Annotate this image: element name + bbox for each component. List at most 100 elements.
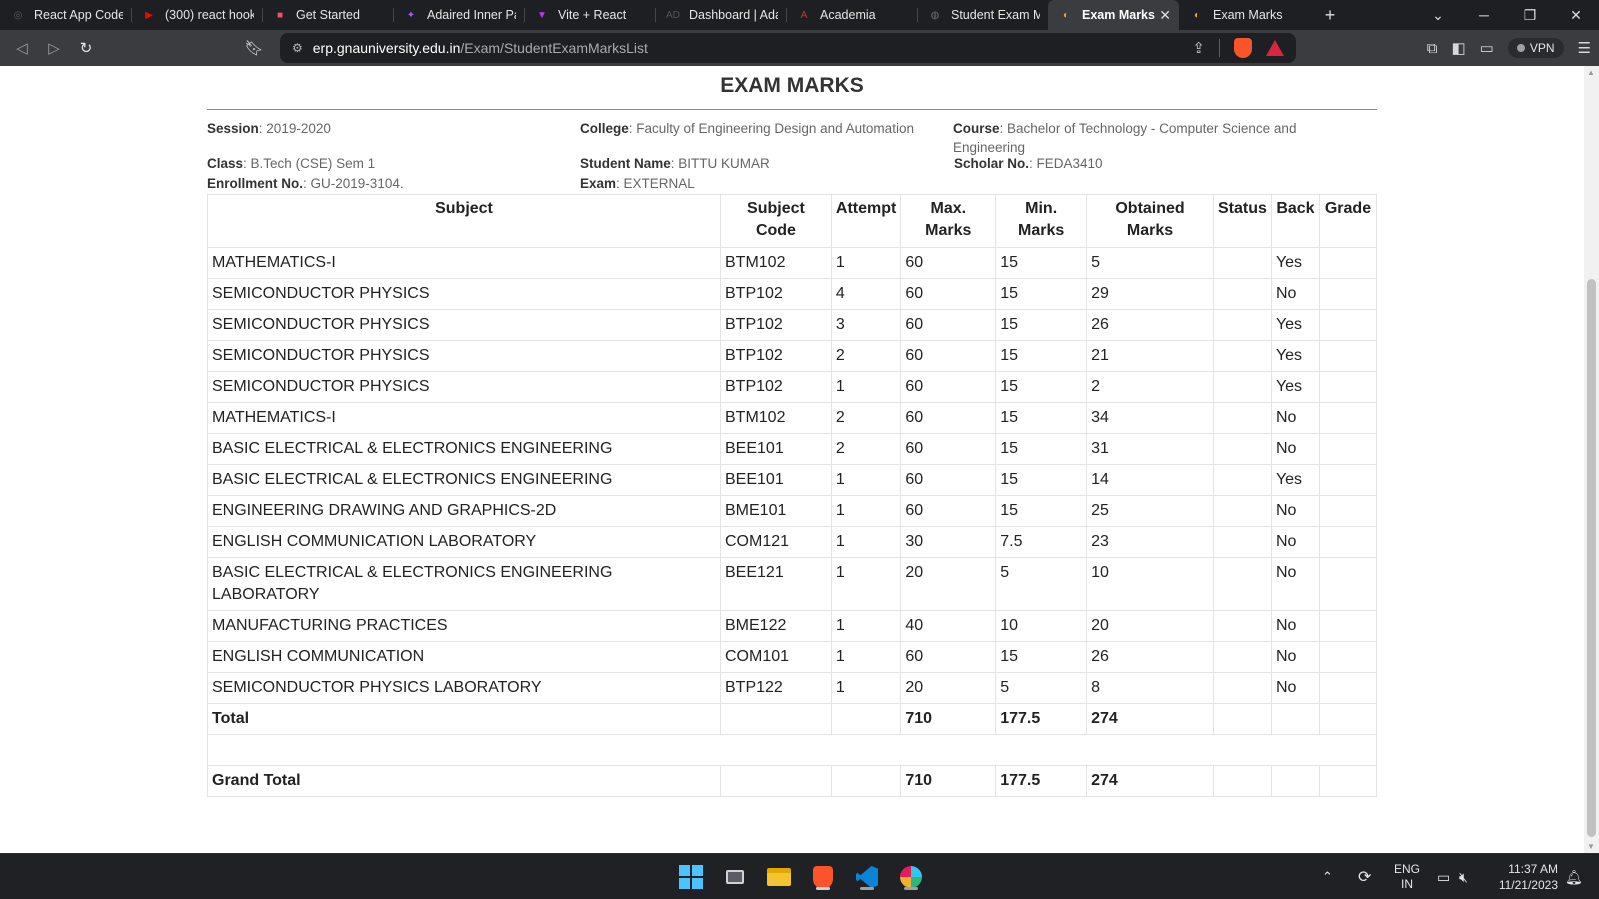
cell-subject: ENGLISH COMMUNICATION	[207, 641, 721, 673]
reload-button[interactable]: ↻	[70, 32, 102, 64]
url-host: erp.gnauniversity.edu.in	[312, 40, 461, 56]
browser-tab[interactable]: ◎ React App Code R	[0, 0, 131, 30]
clock[interactable]: 11:37 AM 11/21/2023	[1494, 854, 1558, 899]
cell-min-marks: 15	[995, 495, 1088, 527]
share-icon[interactable]: ⇪	[1192, 39, 1205, 57]
enrollment-info: Enrollment No.: GU-2019-3104.	[207, 176, 404, 191]
browser-tab[interactable]: A Academia	[786, 0, 917, 30]
browser-tab[interactable]: AD Dashboard | Adair	[655, 0, 786, 30]
cell-grade	[1318, 526, 1378, 558]
browser-tab[interactable]: ◍ Student Exam Mar	[917, 0, 1048, 30]
notification-bell-icon[interactable]: 🔔︎	[1565, 854, 1583, 899]
menu-icon[interactable]: ☰	[1578, 39, 1591, 57]
cell-back: No	[1270, 610, 1320, 642]
browser-tab[interactable]: ✦ Adaired Inner Pag	[393, 0, 524, 30]
close-window-button[interactable]: ✕	[1553, 0, 1599, 30]
browser-tab[interactable]: ■ Get Started	[262, 0, 393, 30]
forward-button[interactable]: ▷	[38, 32, 70, 64]
minimize-button[interactable]: ─	[1461, 0, 1507, 30]
ad-icon: AD	[666, 9, 680, 21]
cell-status	[1212, 340, 1272, 372]
close-tab-icon[interactable]: ✕	[1159, 7, 1171, 24]
student-name-label: Student Name	[580, 156, 671, 171]
wallet-icon[interactable]: ▭	[1480, 39, 1494, 57]
scrollbar-thumb[interactable]	[1587, 279, 1596, 837]
brave-rewards-icon[interactable]	[1266, 40, 1284, 56]
cell-subject-code: BME122	[720, 610, 832, 642]
tray-overflow-chevron-icon[interactable]: ⌃	[1322, 854, 1333, 899]
file-explorer-icon[interactable]	[764, 862, 794, 892]
brave-shields-icon[interactable]	[1234, 38, 1252, 58]
scroll-up-arrow-icon[interactable]: ▲	[1587, 68, 1595, 77]
language-indicator[interactable]: ENG IN	[1394, 854, 1420, 899]
browser-tab[interactable]: ◐ Exam Marks ✕	[1048, 0, 1179, 30]
grand-total-obtained-marks: 274	[1086, 765, 1214, 797]
cell-min-marks: 15	[995, 464, 1088, 496]
table-row: BASIC ELECTRICAL & ELECTRONICS ENGINEERI…	[207, 433, 1378, 465]
sync-icon[interactable]: ⟳	[1358, 854, 1371, 899]
network-icon[interactable]: ▭	[1437, 854, 1450, 899]
browser-tab[interactable]: ▼ Vite + React	[524, 0, 655, 30]
cell-max-marks: 60	[900, 340, 997, 372]
cell-subject: MATHEMATICS-I	[207, 247, 721, 279]
slack-icon[interactable]	[896, 862, 926, 892]
header-grade: Grade	[1318, 194, 1378, 248]
speaker-muted-icon[interactable]: 🔇︎	[1459, 854, 1468, 899]
cell-min-marks: 7.5	[995, 526, 1088, 558]
bookmark-icon[interactable]: 🔖︎	[238, 32, 270, 64]
cell-obtained-marks: 2	[1086, 371, 1214, 403]
cell-max-marks: 60	[900, 495, 997, 527]
total-empty-cell	[830, 703, 902, 735]
back-button[interactable]: ◁	[6, 32, 38, 64]
cell-min-marks: 15	[995, 247, 1088, 279]
extensions-icon[interactable]: ⧉	[1427, 40, 1438, 57]
windows-start-icon[interactable]	[676, 862, 706, 892]
tab-title: Exam Marks	[1082, 8, 1155, 22]
tab-search-chevron-icon[interactable]: ⌄	[1415, 0, 1461, 30]
cell-max-marks: 30	[900, 526, 997, 558]
vscode-icon[interactable]	[852, 862, 882, 892]
cell-min-marks: 15	[995, 278, 1088, 310]
exam-info: Exam: EXTERNAL	[580, 176, 695, 191]
cell-subject: BASIC ELECTRICAL & ELECTRONICS ENGINEERI…	[207, 433, 721, 465]
sidebar-toggle-icon[interactable]: ◧	[1451, 39, 1465, 57]
cell-obtained-marks: 26	[1086, 641, 1214, 673]
browser-tab[interactable]: ◐ Exam Marks	[1179, 0, 1310, 30]
cell-subject: SEMICONDUCTOR PHYSICS	[207, 340, 721, 372]
cell-attempt: 1	[830, 526, 902, 558]
grand-total-max-marks: 710	[900, 765, 997, 797]
title-divider	[207, 109, 1377, 110]
table-body: MATHEMATICS-I BTM102 1 60 15 5 Yes SEMICONDUCTO…	[207, 247, 1378, 704]
cell-subject: SEMICONDUCTOR PHYSICS	[207, 371, 721, 403]
new-tab-button[interactable]: +	[1310, 0, 1350, 30]
address-bar[interactable]: ⚙ erp.gnauniversity.edu.in/Exam/StudentE…	[280, 33, 1296, 63]
browser-tab[interactable]: ▶ (300) react hook fc	[131, 0, 262, 30]
cell-subject-code: BEE101	[720, 433, 832, 465]
tab-list: ◎ React App Code R ▶ (300) react hook fc ■ Ge…	[0, 0, 1310, 30]
brave-browser-icon[interactable]	[808, 862, 838, 892]
cell-max-marks: 40	[900, 610, 997, 642]
cell-status	[1212, 309, 1272, 341]
tab-title: Adaired Inner Pag	[427, 8, 516, 22]
cell-subject-code: BTP102	[720, 278, 832, 310]
cell-attempt: 3	[830, 309, 902, 341]
page-scrollbar[interactable]: ▲ ▼	[1584, 66, 1599, 853]
vpn-button[interactable]: VPN	[1507, 38, 1564, 58]
table-row: BASIC ELECTRICAL & ELECTRONICS ENGINEERI…	[207, 557, 1378, 611]
cell-status	[1212, 610, 1272, 642]
language-region: IN	[1401, 877, 1413, 891]
cell-back: Yes	[1270, 340, 1320, 372]
tab-title: Exam Marks	[1213, 8, 1283, 22]
scroll-down-arrow-icon[interactable]: ▼	[1587, 842, 1595, 851]
task-view-icon[interactable]	[720, 862, 750, 892]
app-icon: ■	[276, 9, 284, 21]
cell-grade	[1318, 557, 1378, 611]
cell-subject: SEMICONDUCTOR PHYSICS LABORATORY	[207, 672, 721, 704]
clock-time: 11:37 AM	[1508, 862, 1558, 876]
site-info-icon[interactable]: ⚙	[292, 41, 303, 55]
cell-min-marks: 5	[995, 672, 1088, 704]
cell-grade	[1318, 247, 1378, 279]
cell-obtained-marks: 25	[1086, 495, 1214, 527]
restore-button[interactable]: ❐	[1507, 0, 1553, 30]
cell-back: No	[1270, 672, 1320, 704]
